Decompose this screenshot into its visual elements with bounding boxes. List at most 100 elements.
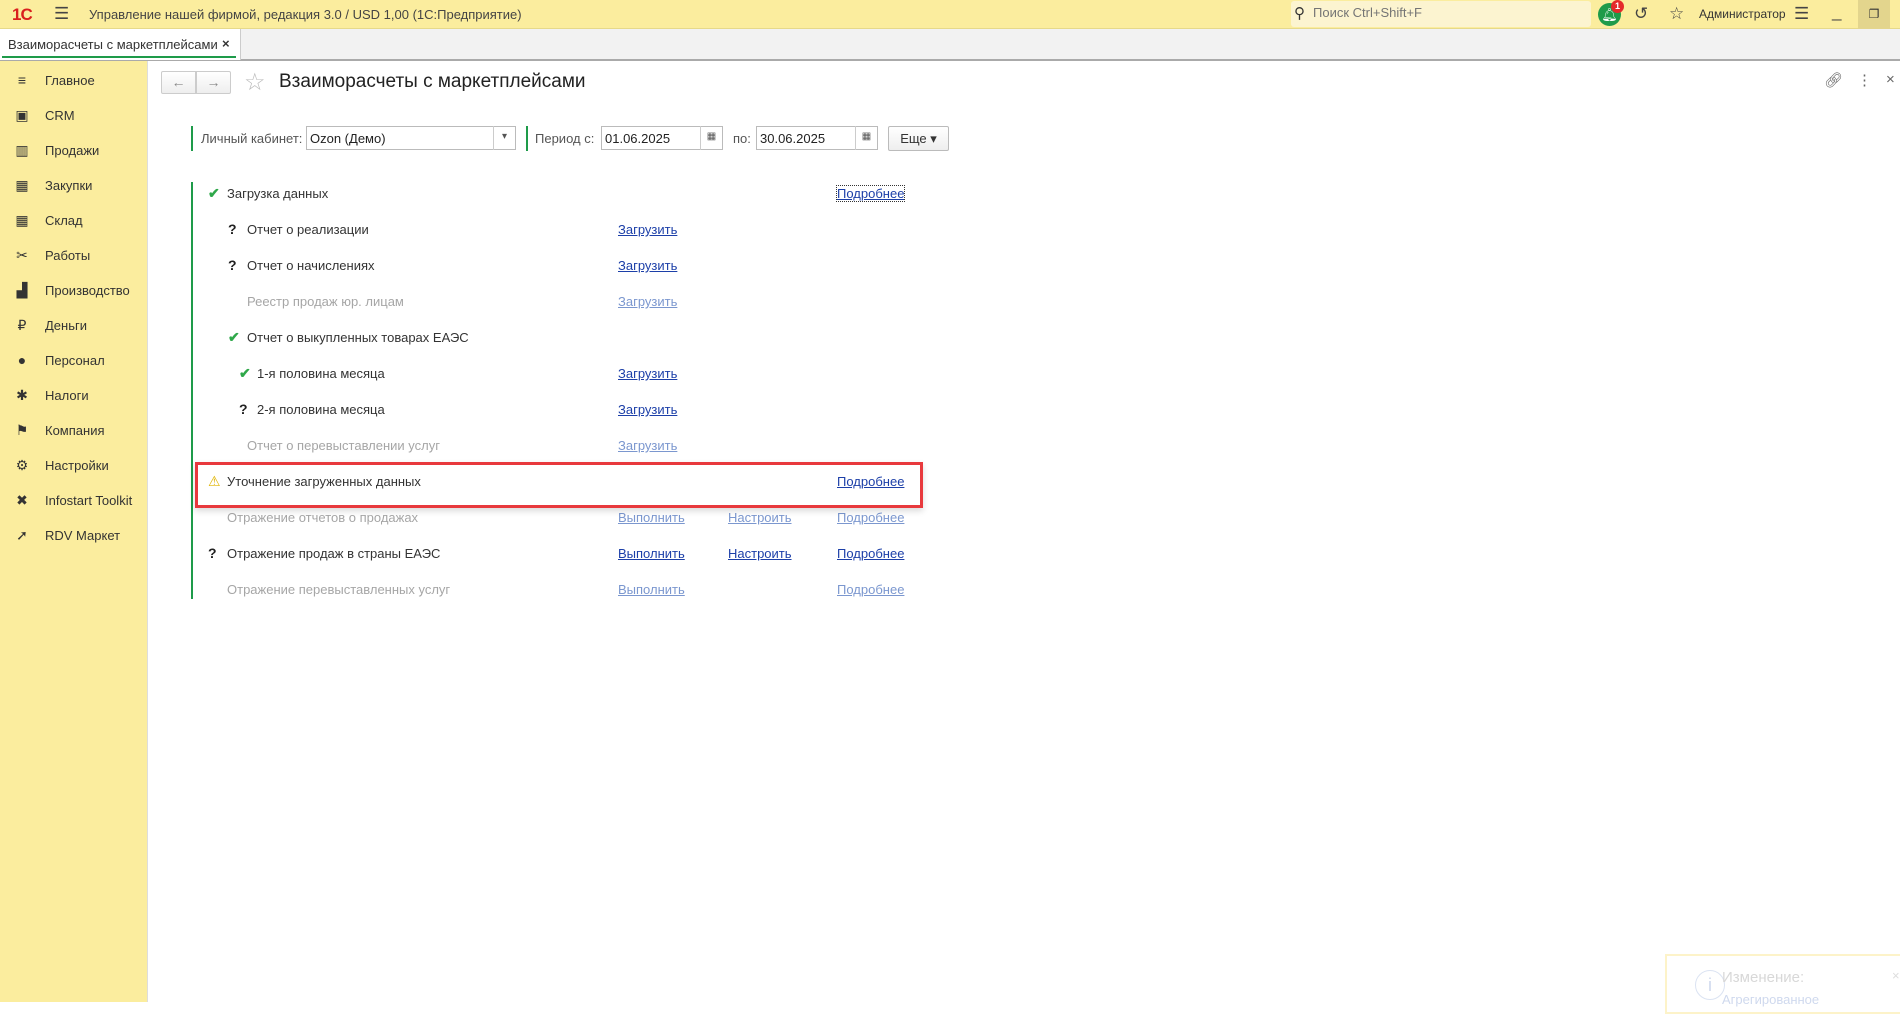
step-label: 1-я половина месяца — [257, 366, 385, 381]
sidebar-item-label: Компания — [45, 423, 105, 438]
step-label: Отражение продаж в страны ЕАЭС — [227, 546, 441, 561]
section-icon: ✂ — [16, 247, 28, 263]
run-link[interactable]: Загрузить — [618, 366, 677, 381]
tab-marketplace-settlements[interactable]: Взаиморасчеты с маркетплейсами × — [0, 29, 241, 60]
configure-link[interactable]: Настроить — [728, 510, 792, 525]
settings-menu-icon[interactable]: ☰ — [1794, 4, 1809, 24]
step-label: 2-я половина месяца — [257, 402, 385, 417]
step-label: Отчет о выкупленных товарах ЕАЭС — [247, 330, 469, 345]
app-title: Управление нашей фирмой, редакция 3.0 / … — [89, 7, 522, 22]
sidebar-item-label: Деньги — [45, 318, 87, 333]
1c-logo: 1С — [12, 5, 33, 24]
page-title: Взаиморасчеты с маркетплейсами — [279, 71, 586, 92]
section-icon: ➚ — [16, 527, 28, 543]
sidebar: ≡ Главное ▣ CRM ▥ Продажи ▦ Закупки ▦ Склад ✂ Работ… — [0, 61, 148, 1002]
step-label: Отражение отчетов о продажах — [227, 510, 419, 525]
sidebar-item[interactable]: ⚑ Компания — [0, 416, 148, 446]
hamburger-menu-icon[interactable]: ☰ — [54, 4, 69, 24]
section-icon: ▦ — [15, 212, 29, 228]
details-link[interactable]: Подробнее — [837, 546, 904, 561]
sidebar-item[interactable]: ▥ Продажи — [0, 136, 148, 166]
more-actions-icon[interactable]: ⋮ — [1857, 71, 1872, 89]
step-label: Отчет о перевыставлении услуг — [247, 438, 440, 453]
run-link[interactable]: Загрузить — [618, 258, 677, 273]
period-from-label: Период с: — [535, 131, 595, 146]
toast-text: Агрегированное — [1722, 992, 1820, 1007]
sidebar-item[interactable]: ✖ Infostart Toolkit — [0, 486, 148, 516]
notification-toast[interactable]: i Изменение: Агрегированное × — [1665, 954, 1900, 1014]
run-link[interactable]: Загрузить — [618, 222, 677, 237]
more-button[interactable]: Еще ▾ — [888, 126, 949, 151]
step-label: Загрузка данных — [227, 186, 329, 201]
sidebar-item[interactable]: ≡ Главное — [0, 66, 148, 96]
section-icon: ▥ — [15, 142, 29, 158]
favorite-star-icon[interactable]: ☆ — [244, 68, 266, 97]
forward-button[interactable]: → — [196, 71, 231, 94]
history-icon[interactable]: ↺ — [1634, 4, 1648, 24]
period-to-label: по: — [733, 131, 751, 146]
user-name[interactable]: Администратор — [1699, 7, 1786, 21]
back-button[interactable]: ← — [161, 71, 196, 94]
calendar-icon[interactable]: ▦ — [700, 126, 722, 150]
run-link[interactable]: Выполнить — [618, 510, 685, 525]
sidebar-item[interactable]: ➚ RDV Маркет — [0, 521, 148, 551]
sidebar-item-label: Продажи — [45, 143, 100, 158]
sidebar-item[interactable]: ✂ Работы — [0, 241, 148, 271]
link-icon[interactable]: 🔗︎ — [1824, 71, 1843, 89]
run-link[interactable]: Загрузить — [618, 294, 677, 309]
global-search[interactable]: ⚲ — [1291, 1, 1591, 27]
sidebar-item-label: Настройки — [45, 458, 109, 473]
close-form-icon[interactable]: × — [1886, 71, 1895, 88]
run-link[interactable]: Выполнить — [618, 546, 685, 561]
close-toast-icon[interactable]: × — [1892, 968, 1900, 983]
sidebar-item-label: Главное — [45, 73, 95, 88]
search-input[interactable] — [1313, 5, 1583, 20]
favorites-star-icon[interactable]: ☆ — [1669, 4, 1684, 24]
question-icon: ? — [228, 221, 237, 237]
period-from-input[interactable]: 01.06.2025 ▦ — [601, 126, 723, 150]
run-link[interactable]: Загрузить — [618, 438, 677, 453]
step-label: Реестр продаж юр. лицам — [247, 294, 404, 309]
sidebar-item-label: Персонал — [45, 353, 105, 368]
section-icon: ▟ — [16, 282, 28, 298]
sidebar-item[interactable]: ₽ Деньги — [0, 311, 148, 341]
steps-group-marker — [191, 182, 193, 599]
sidebar-item-label: RDV Маркет — [45, 528, 121, 543]
cabinet-select[interactable]: Ozon (Демо) ▾ — [306, 126, 516, 150]
calendar-icon[interactable]: ▦ — [855, 126, 877, 150]
restore-window-icon[interactable]: ❐ — [1858, 0, 1890, 29]
details-link[interactable]: Подробнее — [837, 582, 904, 597]
configure-link[interactable]: Настроить — [728, 546, 792, 561]
section-icon: ✱ — [16, 387, 28, 403]
section-icon: ⚑ — [15, 422, 29, 438]
sidebar-item[interactable]: ⚙ Настройки — [0, 451, 148, 481]
sidebar-item[interactable]: ● Персонал — [0, 346, 148, 376]
sidebar-item[interactable]: ▦ Склад — [0, 206, 148, 236]
sidebar-item[interactable]: ▟ Производство — [0, 276, 148, 306]
tab-label: Взаиморасчеты с маркетплейсами — [8, 37, 218, 52]
toast-title: Изменение: — [1722, 969, 1805, 986]
sidebar-item[interactable]: ▦ Закупки — [0, 171, 148, 201]
run-link[interactable]: Выполнить — [618, 582, 685, 597]
notifications-badge: 1 — [1611, 0, 1624, 13]
section-icon: ● — [17, 352, 27, 368]
sidebar-item[interactable]: ✱ Налоги — [0, 381, 148, 411]
sidebar-item[interactable]: ▣ CRM — [0, 101, 148, 131]
section-icon: ⚙ — [15, 457, 29, 473]
minimize-icon[interactable]: _ — [1832, 2, 1841, 22]
cabinet-label: Личный кабинет: — [201, 131, 303, 146]
details-link[interactable]: Подробнее — [835, 185, 906, 202]
check-icon: ✔ — [208, 185, 220, 201]
sidebar-item-label: Работы — [45, 248, 91, 263]
run-link[interactable]: Загрузить — [618, 402, 677, 417]
step-label: Отчет о начислениях — [247, 258, 375, 273]
period-to-input[interactable]: 30.06.2025 ▦ — [756, 126, 878, 150]
question-icon: ? — [208, 545, 217, 561]
dropdown-arrow-icon[interactable]: ▾ — [493, 126, 515, 150]
sidebar-item-label: Склад — [45, 213, 83, 228]
question-icon: ? — [239, 401, 248, 417]
sidebar-item-label: Налоги — [45, 388, 89, 403]
close-tab-icon[interactable]: × — [222, 36, 230, 51]
details-link[interactable]: Подробнее — [837, 510, 904, 525]
info-icon: i — [1695, 970, 1725, 1000]
